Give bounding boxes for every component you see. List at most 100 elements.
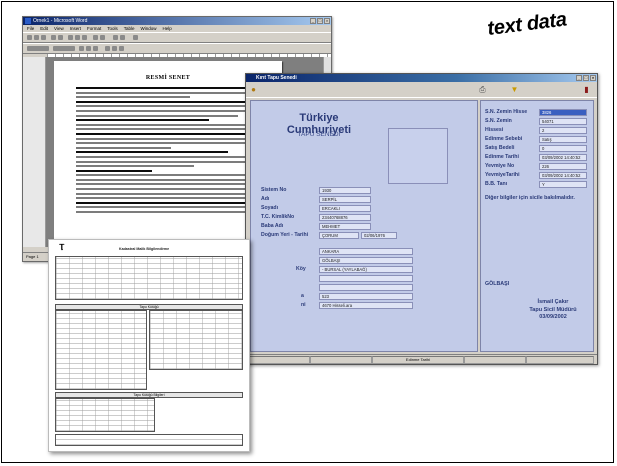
nitelik-input[interactable]: 4670 Hisseli.ara bbox=[319, 302, 413, 309]
menu-edit[interactable]: Edit bbox=[40, 25, 48, 32]
sn-zemin-input[interactable]: 54071 bbox=[539, 118, 587, 125]
copy-icon[interactable] bbox=[75, 35, 80, 40]
soyadi-input[interactable]: ERCAKLI bbox=[319, 205, 371, 212]
field-soyadi: Soyadı ERCAKLI bbox=[261, 205, 471, 212]
baba-adi-input[interactable]: MEHMET bbox=[319, 223, 371, 230]
field-label: Hissesi bbox=[485, 127, 504, 133]
print-icon[interactable]: ⎙ bbox=[478, 85, 487, 94]
field-label: YevmiyeTarihi bbox=[485, 172, 520, 178]
field-label: S.N. Zemin bbox=[485, 118, 512, 124]
align-left-icon[interactable] bbox=[105, 46, 110, 51]
koy-input[interactable]: - BURSAL (YAYLABAĞ) bbox=[319, 266, 413, 273]
preview-icon[interactable] bbox=[58, 35, 63, 40]
menu-tools[interactable]: Tools bbox=[107, 25, 118, 32]
maximize-icon[interactable]: □ bbox=[583, 75, 589, 81]
edinme-tarihi-input[interactable]: 03/09/2002 14:40:52 bbox=[539, 154, 587, 161]
adi-input[interactable]: SERPİL bbox=[319, 196, 371, 203]
section-title: Tapu Kütüğü Bilgileri bbox=[133, 393, 165, 397]
deed-label: TAPU SENEDİ bbox=[297, 131, 341, 138]
satis-bedeli-input[interactable]: 0 bbox=[539, 145, 587, 152]
tapu-title: Kırıt Tapu Senedi bbox=[256, 75, 297, 81]
field-label: a bbox=[301, 293, 304, 299]
field-mahalle bbox=[261, 275, 471, 282]
hissesi-input[interactable]: 2 bbox=[539, 127, 587, 134]
ilce-input[interactable]: GÖLBAŞI bbox=[319, 257, 413, 264]
word-window-controls: _ □ × bbox=[310, 18, 330, 24]
field-satis-bedeli: Satış Bedeli 0 bbox=[485, 145, 591, 152]
print-icon[interactable] bbox=[51, 35, 56, 40]
dogum-tarihi-input[interactable]: 02/06/1976 bbox=[361, 232, 397, 239]
registry-table-left bbox=[55, 310, 147, 390]
tc-kimlik-input[interactable]: 23440768876 bbox=[319, 214, 371, 221]
menu-window[interactable]: Window bbox=[141, 25, 157, 32]
il-input[interactable]: ANKARA bbox=[319, 248, 413, 255]
underline-icon[interactable] bbox=[93, 46, 98, 51]
table-icon[interactable] bbox=[113, 35, 118, 40]
close-icon[interactable]: × bbox=[590, 75, 596, 81]
field-label: T.C. KimlikNo bbox=[261, 214, 295, 220]
ada-input[interactable]: 523 bbox=[319, 293, 413, 300]
italic-icon[interactable] bbox=[86, 46, 91, 51]
edinme-sebebi-input[interactable]: Satış bbox=[539, 136, 587, 143]
paste-icon[interactable] bbox=[82, 35, 87, 40]
maximize-icon[interactable]: □ bbox=[317, 18, 323, 24]
form-document: Ⲧ Kadastral Malik Bilgilendirme Tapu Küt… bbox=[48, 239, 250, 452]
filter-icon[interactable]: ▼ bbox=[510, 85, 519, 94]
field-sistem-no: Sistem No 1930 bbox=[261, 187, 471, 194]
redo-icon[interactable] bbox=[100, 35, 105, 40]
menu-format[interactable]: Format bbox=[87, 25, 101, 32]
word-titlebar: Ornek1 - Microsoft Word _ □ × bbox=[23, 17, 331, 25]
minimize-icon[interactable]: _ bbox=[310, 18, 316, 24]
field-label: Doğum Yeri - Tarihi bbox=[261, 232, 309, 238]
menu-help[interactable]: Help bbox=[163, 25, 172, 32]
undo-icon[interactable] bbox=[93, 35, 98, 40]
menu-file[interactable]: File bbox=[27, 25, 34, 32]
field-label: Edinme Tarihi bbox=[485, 154, 519, 160]
yevmiye-no-input[interactable]: 226 bbox=[539, 163, 587, 170]
save-icon[interactable] bbox=[41, 35, 46, 40]
field-baba-adi: Baba Adı MEHMET bbox=[261, 223, 471, 230]
field-label: B.B. Tanı bbox=[485, 181, 508, 187]
field-ilce: GÖLBAŞI bbox=[261, 257, 471, 264]
bb-tani-input[interactable]: Y bbox=[539, 181, 587, 188]
mahalle-input[interactable] bbox=[319, 275, 413, 282]
zoom-icon[interactable] bbox=[133, 35, 138, 40]
tapu-titlebar: Kırıt Tapu Senedi _ □ × bbox=[246, 74, 597, 82]
font-select[interactable] bbox=[53, 46, 75, 51]
open-icon[interactable] bbox=[34, 35, 39, 40]
exit-door-icon[interactable]: ▮ bbox=[582, 85, 591, 94]
field-label: S.N. Zemin Hisse bbox=[485, 109, 528, 115]
app-logo-icon: ● bbox=[251, 85, 256, 94]
field-tc-kimlik: T.C. KimlikNo 23440768876 bbox=[261, 214, 471, 221]
new-doc-icon[interactable] bbox=[27, 35, 32, 40]
columns-icon[interactable] bbox=[120, 35, 125, 40]
align-center-icon[interactable] bbox=[112, 46, 117, 51]
align-right-icon[interactable] bbox=[119, 46, 124, 51]
emblem-icon: Ⲧ bbox=[59, 242, 65, 252]
sn-zemin-hisse-input[interactable]: 3826 bbox=[539, 109, 587, 116]
menu-insert[interactable]: Insert bbox=[70, 25, 81, 32]
close-icon[interactable]: × bbox=[324, 18, 330, 24]
document-text-lines bbox=[76, 87, 266, 216]
minimize-icon[interactable]: _ bbox=[576, 75, 582, 81]
field-label: Baba Adı bbox=[261, 223, 284, 229]
dogum-yeri-input[interactable]: ÇORUM bbox=[319, 232, 359, 239]
cut-icon[interactable] bbox=[68, 35, 73, 40]
bold-icon[interactable] bbox=[79, 46, 84, 51]
field-hissesi: Hissesi 2 bbox=[485, 127, 591, 134]
yevmiye-tarihi-input[interactable]: 03/09/2002 14:40:52 bbox=[539, 172, 587, 179]
mevkii-input[interactable] bbox=[319, 284, 413, 291]
status-cell bbox=[526, 356, 594, 364]
field-koy: Köy - BURSAL (YAYLABAĞ) bbox=[261, 266, 471, 273]
style-select[interactable] bbox=[27, 46, 49, 51]
field-ada: a 523 bbox=[261, 293, 471, 300]
menu-table[interactable]: Table bbox=[124, 25, 135, 32]
form-heading: Kadastral Malik Bilgilendirme bbox=[119, 247, 170, 251]
field-label: Sistem No bbox=[261, 187, 287, 193]
field-dogum: Doğum Yeri - Tarihi ÇORUM 02/06/1976 bbox=[261, 232, 471, 239]
word-menubar: File Edit View Insert Format Tools Table… bbox=[23, 25, 331, 32]
menu-view[interactable]: View bbox=[54, 25, 64, 32]
word-document-map[interactable] bbox=[23, 57, 46, 247]
sistem-no-input[interactable]: 1930 bbox=[319, 187, 371, 194]
tapu-statusbar: Edinme Tarihi bbox=[246, 354, 597, 364]
